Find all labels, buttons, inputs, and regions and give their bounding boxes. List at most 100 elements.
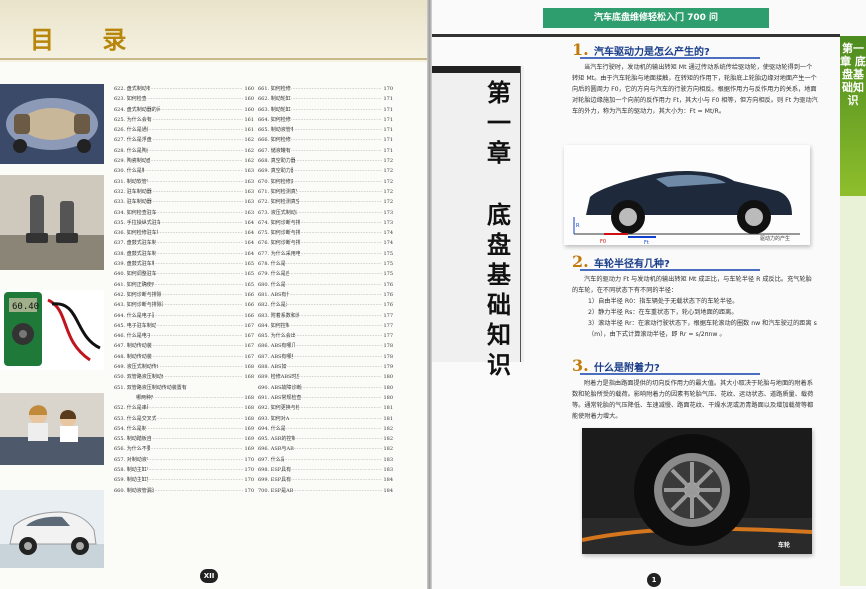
toc-entry-title: 671. 如何检测真空助力器性能？	[258, 188, 297, 195]
toc-leader-dots	[148, 465, 243, 475]
toc-entry-title: 633. 驻车制动器有哪些类型？	[114, 199, 152, 206]
section-2-underline	[580, 269, 760, 271]
toc-leader-dots	[152, 352, 243, 362]
tire-photo: 车轮	[581, 428, 813, 554]
toc-entry-title: 663. 制动轮缸如何工作？	[258, 106, 291, 113]
toc-entry-title: 654. 什么是制动踏板？	[114, 425, 147, 432]
section-3-body: 附着力是指由路面提供的切向反作用力的最大值。其大小取决于轮胎与地面的附着系数和轮…	[572, 378, 818, 422]
toc-entry-title: 692. 如何更换与检查ABS控制器？	[258, 405, 299, 412]
toc-entry-page: 170	[244, 477, 254, 484]
toc-entry-title: 686. ABS有哪几种控制形式？	[258, 343, 296, 350]
toc-entry: 633. 驻车制动器有哪些类型？ 163	[114, 197, 254, 207]
toc-entry-title: 670. 如何检修真空助力器？	[258, 178, 293, 185]
toc-entry-title: 689. 检修ABS时应注意哪些问题？	[258, 374, 299, 381]
toc-entry-page: 167	[244, 322, 254, 329]
toc-header-line	[0, 58, 427, 60]
section-2-item-3: 3）滚动半径 Rr：在滚动行驶状态下，根据车轮滚动的圈数 nw 和汽车驶过的距离…	[588, 320, 817, 338]
toc-entry: 625. 为什么会有通风制动盘？ 161	[114, 115, 254, 125]
toc-entry-page: 171	[383, 147, 393, 154]
car-figure-caption: 驱动力的产生	[760, 236, 791, 242]
toc-entry-page: 172	[383, 199, 393, 206]
toc-leader-dots	[158, 228, 243, 238]
toc-entry-page: 173	[383, 219, 393, 226]
toc-entry-page: 172	[383, 188, 393, 195]
toc-entry: 673. 液压式制动系统如何排气？ 173	[258, 208, 393, 218]
photo-mechanics	[0, 393, 104, 465]
toc-entry: 639. 盘鼓式驻车制动器的结构？ 165	[114, 259, 254, 269]
toc-entry: 667. 储液罐有什么作用？ 171	[258, 146, 393, 156]
toc-entry-page: 170	[244, 487, 254, 494]
section-1-paragraph: 当汽车行驶时，发动机的输出转矩 Mt 通过传动系统传给驱动轮，使驱动轮得到一个转…	[572, 64, 818, 115]
toc-entry-page: 177	[383, 312, 393, 319]
toc-entry: 655. 制动踏板自由行程多大？ 169	[114, 434, 254, 444]
toc-entry-page	[253, 383, 254, 393]
toc-leader-dots	[148, 475, 243, 485]
toc-entry: 649. 液压式制动传动装置有何特点？ 168	[114, 362, 254, 372]
toc-entry: 697. 什么是ESP？ 183	[258, 455, 393, 465]
toc-entry: 665. 制动液管有几种类型？ 171	[258, 125, 393, 135]
toc-entry-page: 175	[383, 250, 393, 257]
toc-entry: 693. 如何对ABS排气？ 181	[258, 414, 393, 424]
toc-entry-page: 169	[244, 436, 254, 443]
toc-leader-dots	[289, 414, 382, 424]
section-1: 1. 汽车驱动力是怎么产生的? 当汽车行驶时，发动机的输出转矩 Mt 通过传动系…	[572, 40, 818, 117]
toc-entry-title: 623. 如何检查制动盘？	[114, 96, 147, 103]
toc-leader-dots	[150, 84, 243, 94]
toc-entry-title: 700. ESP是ABS的升级吗？	[258, 487, 294, 494]
toc-entry-page: 178	[383, 343, 393, 350]
toc-entry-title: 685. 为什么会出现滑移现象？	[258, 333, 295, 340]
toc-entry-page: 170	[383, 86, 393, 92]
toc-entry-title: 639. 盘鼓式驻车制动器的结构？	[114, 261, 155, 268]
toc-leader-dots	[161, 290, 243, 300]
section-2-title: 车轮半径有几种?	[594, 259, 670, 270]
toc-entry: 642. 如何诊断与排除驻车制动不良故障？ 166	[114, 290, 254, 300]
toc-entry-title: 658. 制动主缸有何作用？	[114, 466, 148, 473]
toc-entry-title: 622. 盘式制动有什么优点？	[114, 86, 151, 92]
toc-entry-page: 168	[244, 364, 254, 371]
toc-leader-dots	[158, 362, 243, 372]
toc-entry-page: 179	[383, 364, 393, 371]
section-2-item-2: 2）静力半径 Rs：在车重状态下，轮心到地面的距离。	[588, 309, 738, 316]
header-band: 汽车底盘维修轻松入门 700 问	[543, 8, 769, 28]
toc-entry: 626. 什么是通风制动盘？ 161	[114, 125, 254, 135]
toc-entry: 698. ESP具有哪些功能？ 183	[258, 465, 393, 475]
toc-entry: 680. 什么是ABS？ 176	[258, 280, 393, 290]
toc-entry-page: 167	[244, 343, 254, 350]
toc-entry: 670. 如何检修真空助力器？ 172	[258, 177, 393, 187]
toc-entry: 668. 真空助力器有什么作用？ 172	[258, 156, 393, 166]
chapter-bar	[432, 66, 520, 73]
toc-entry-title: 649. 液压式制动传动装置有何特点？	[114, 364, 158, 371]
toc-entry-title: 697. 什么是ESP？	[258, 456, 285, 463]
section-3-heading: 3. 什么是附着力?	[572, 356, 818, 376]
toc-entry-page: 165	[244, 261, 254, 268]
toc-entry: 629. 陶瓷制动盘有何优势？ 162	[114, 156, 254, 166]
toc-entry-title: 676. 如何诊断与排除制动拖滞故障？	[258, 240, 301, 247]
toc-leader-dots	[289, 321, 383, 331]
toc-entry-page: 176	[383, 291, 393, 298]
toc-entry-title: 673. 液压式制动系统如何排气？	[258, 209, 297, 216]
toc-entry-title: 664. 如何检修制动轮缸？	[258, 116, 291, 123]
toc-entry-title: 691. ABS常规检查包括哪几个方面？	[258, 394, 301, 401]
toc-entry: 689. 检修ABS时应注意哪些问题？ 180	[258, 372, 393, 382]
force-label-ft: Ft	[644, 240, 649, 245]
toc-entry-page: 160	[244, 96, 254, 103]
chapter-name: 底盘基础知识	[487, 200, 511, 379]
toc-entry-page: 163	[244, 199, 254, 206]
toc-entry-page: 171	[383, 137, 393, 144]
toc-entry-page: 167	[244, 353, 254, 360]
section-2-item-1: 1）自由半径 R0：指车辆处于无载状态下的车轮半径。	[588, 298, 739, 305]
toc-entry-page: 168	[244, 394, 254, 401]
toc-entry-title: 665. 制动液管有几种类型？	[258, 127, 293, 134]
toc-leader-dots	[300, 238, 382, 248]
toc-entry-page: 167	[244, 333, 254, 340]
toc-entry-page: 182	[383, 436, 393, 443]
toc-leader-dots	[152, 341, 243, 351]
toc-entry-title: 695. ASR的控制方式有几种？	[258, 436, 296, 443]
toc-entry: 659. 制动主缸如何工作？ 170	[114, 475, 254, 485]
toc-entry-page: 160	[244, 106, 254, 113]
toc-entry: 662. 制动轮缸有何作用？ 171	[258, 94, 393, 104]
toc-entry-title: 677. 为什么采用电动制动助力装置？	[258, 250, 301, 257]
toc-entry-title: 642. 如何诊断与排除驻车制动不良故障？	[114, 291, 162, 298]
toc-leader-dots	[299, 197, 383, 207]
section-3: 3. 什么是附着力? 附着力是指由路面提供的切向反作用力的最大值。其大小取决于轮…	[572, 356, 818, 422]
